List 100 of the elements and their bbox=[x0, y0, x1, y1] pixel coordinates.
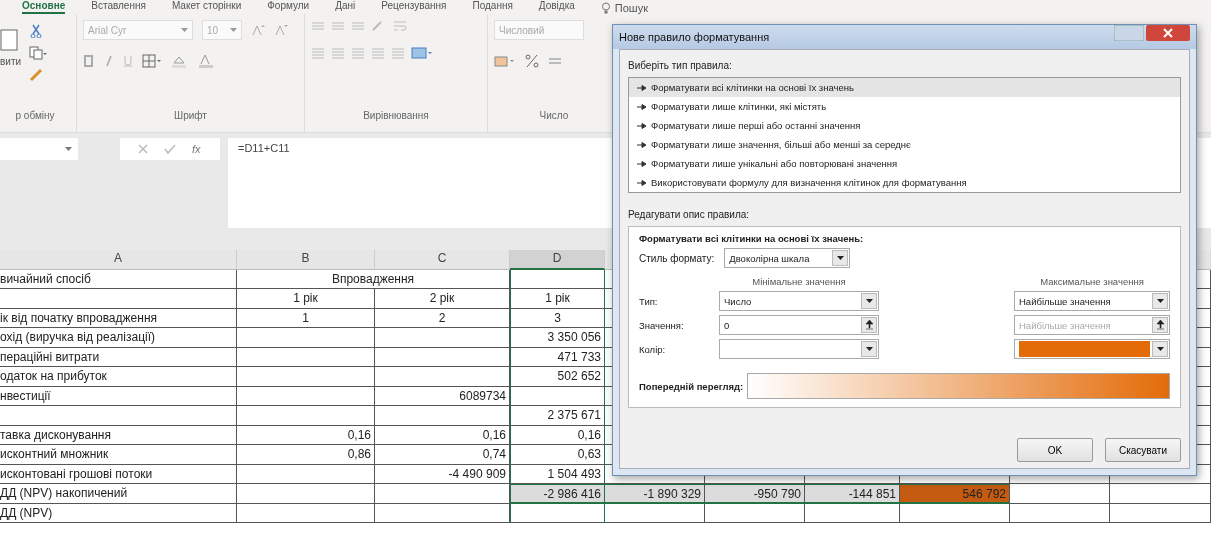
font-color-icon[interactable] bbox=[198, 54, 216, 68]
rule-type-item[interactable]: Форматувати всі клітинки на основі їх значень bbox=[629, 78, 1180, 97]
ribbon-tab[interactable]: Формули bbox=[267, 0, 310, 14]
ribbon-tab[interactable]: Довідка bbox=[538, 0, 575, 14]
rule-type-item[interactable]: Форматувати лише унікальні або повторювані значення bbox=[629, 154, 1180, 173]
ribbon-tab[interactable]: Вставлення bbox=[91, 0, 146, 14]
table-cell: 1 рік bbox=[237, 289, 375, 309]
merge-cells-icon[interactable] bbox=[411, 46, 433, 60]
close-icon[interactable] bbox=[1146, 25, 1190, 41]
copy-icon[interactable] bbox=[29, 46, 48, 60]
align-center-icon[interactable] bbox=[331, 47, 345, 59]
column-header[interactable]: C bbox=[375, 250, 510, 270]
field-label: Тип: bbox=[639, 295, 659, 307]
cancel-icon[interactable] bbox=[138, 144, 148, 154]
caret-icon[interactable] bbox=[1156, 299, 1164, 303]
arrow-icon[interactable] bbox=[637, 103, 647, 110]
table-cell: ДД (NPV) bbox=[0, 503, 237, 523]
table-cell: 1 bbox=[237, 308, 375, 328]
arrow-icon[interactable] bbox=[637, 141, 647, 148]
currency-icon[interactable] bbox=[494, 54, 516, 68]
italic-icon[interactable] bbox=[104, 55, 114, 67]
table-cell: 2 bbox=[375, 308, 510, 328]
group-label: Шрифт bbox=[174, 110, 207, 121]
format-style-dropdown[interactable]: Двоколірна шкала bbox=[724, 248, 851, 268]
table-cell: нвестиції bbox=[0, 386, 237, 406]
table-cell: -950 790 bbox=[705, 484, 805, 504]
underline-icon[interactable] bbox=[123, 55, 133, 67]
dialog-button[interactable]: OK bbox=[1017, 438, 1093, 462]
min-color-dropdown[interactable] bbox=[719, 339, 879, 359]
brush-icon[interactable] bbox=[29, 68, 44, 82]
column-header[interactable]: D bbox=[510, 250, 605, 270]
ribbon-tab[interactable]: Рецензування bbox=[381, 0, 447, 14]
percent-icon[interactable] bbox=[525, 54, 539, 68]
clipboard-icon[interactable] bbox=[0, 26, 18, 52]
spin-up-icon[interactable] bbox=[864, 320, 874, 330]
table-cell: охід (виручка від реалізації) bbox=[0, 328, 237, 348]
fill-color-icon[interactable] bbox=[171, 54, 189, 68]
dialog-title: Нове правило форматування bbox=[619, 31, 770, 43]
align-right-icon[interactable] bbox=[351, 47, 365, 59]
align-left-icon[interactable] bbox=[311, 47, 325, 59]
column-label: Максимальне значення bbox=[1039, 276, 1145, 287]
caret-icon[interactable] bbox=[865, 347, 873, 351]
caret-icon[interactable] bbox=[836, 256, 844, 260]
font-shrink-icon[interactable] bbox=[274, 24, 288, 36]
section-label: Виберіть тип правила: bbox=[628, 60, 733, 71]
table-cell: 3 350 056 bbox=[510, 328, 605, 348]
table-cell: -1 890 329 bbox=[605, 484, 705, 504]
table-cell: 0,16 bbox=[510, 425, 605, 445]
table-cell: -144 851 bbox=[805, 484, 900, 504]
rule-type-item[interactable]: Використовувати формулу для визначення клітинок для форматування bbox=[629, 173, 1180, 192]
table-cell: пераційні витрати bbox=[0, 347, 237, 367]
bold-icon[interactable] bbox=[83, 55, 95, 67]
arrow-icon[interactable] bbox=[637, 122, 647, 129]
search-field[interactable]: Пошук bbox=[614, 2, 648, 14]
arrow-icon[interactable] bbox=[637, 160, 647, 167]
group-label: р обміну bbox=[15, 110, 55, 121]
table-cell: 1 рік bbox=[510, 289, 605, 309]
dialog-button[interactable]: Скасувати bbox=[1105, 438, 1181, 462]
align-top-icon[interactable] bbox=[311, 20, 325, 32]
wrap-text-icon[interactable] bbox=[393, 20, 407, 32]
rule-type-item[interactable]: Форматувати лише значення, більші або менші за середнє bbox=[629, 135, 1180, 154]
table-cell: -2 986 416 bbox=[510, 484, 605, 504]
min-value-field[interactable]: 0 bbox=[719, 315, 879, 335]
enter-icon[interactable] bbox=[164, 144, 176, 154]
min-type-dropdown[interactable]: Число bbox=[719, 291, 879, 311]
paste-button[interactable]: вити bbox=[0, 56, 22, 67]
column-header[interactable]: A bbox=[0, 250, 237, 270]
table-cell: 2 рік bbox=[375, 289, 510, 309]
table-cell: исконтний множник bbox=[0, 445, 237, 465]
indent-increase-icon[interactable] bbox=[391, 47, 405, 59]
arrow-icon[interactable] bbox=[637, 84, 647, 91]
arrow-icon[interactable] bbox=[637, 179, 647, 186]
max-type-dropdown[interactable]: Найбільше значення bbox=[1014, 291, 1170, 311]
caret-icon[interactable] bbox=[865, 299, 873, 303]
rule-type-item[interactable]: Форматувати лише перші або останні значення bbox=[629, 116, 1180, 135]
table-cell: 0,16 bbox=[375, 425, 510, 445]
indent-decrease-icon[interactable] bbox=[371, 47, 385, 59]
insert-function-button[interactable]: fx bbox=[192, 143, 201, 155]
ribbon-tab[interactable]: Подання bbox=[472, 0, 513, 14]
scissors-icon[interactable] bbox=[29, 24, 44, 38]
table-cell: 471 733 bbox=[510, 347, 605, 367]
font-grow-icon[interactable] bbox=[251, 24, 265, 36]
column-header[interactable]: B bbox=[237, 250, 375, 270]
ribbon-tab[interactable]: Макет сторінки bbox=[171, 0, 242, 14]
table-cell: 0,74 bbox=[375, 445, 510, 465]
caret-icon[interactable] bbox=[1156, 347, 1164, 351]
ribbon-tab[interactable]: Дані bbox=[335, 0, 356, 14]
borders-icon[interactable] bbox=[142, 54, 162, 68]
table-cell: -4 490 909 bbox=[375, 464, 510, 484]
align-bottom-icon[interactable] bbox=[351, 20, 365, 32]
max-color-dropdown[interactable] bbox=[1014, 339, 1170, 359]
table-cell: 3 bbox=[510, 308, 605, 328]
rule-type-item[interactable]: Форматувати лише клітинки, які містять bbox=[629, 97, 1180, 116]
table-cell: ДД (NPV) накопичений bbox=[0, 484, 237, 504]
table-cell: 0,86 bbox=[237, 445, 375, 465]
table-cell: ік від початку впровадження bbox=[0, 308, 237, 328]
align-middle-icon[interactable] bbox=[331, 20, 345, 32]
lightbulb-icon[interactable] bbox=[600, 2, 611, 14]
rule-type-list[interactable] bbox=[628, 77, 1181, 193]
table-cell: одаток на прибуток bbox=[0, 367, 237, 387]
